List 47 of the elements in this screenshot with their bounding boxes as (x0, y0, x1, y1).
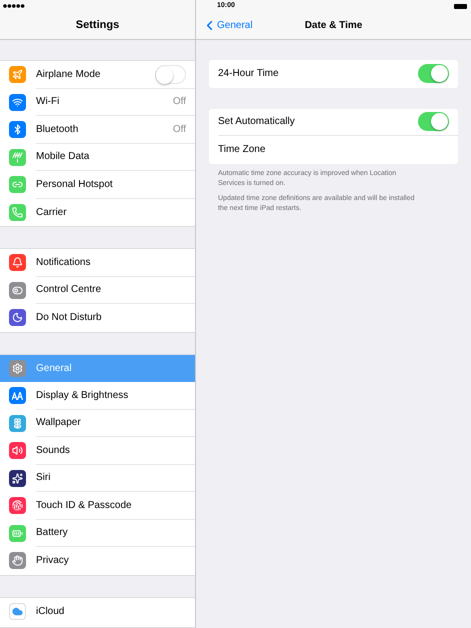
speaker-icon (9, 442, 26, 460)
sidebar-item[interactable]: Personal Hotspot (0, 171, 195, 198)
sparkle-icon (9, 470, 26, 487)
wifi-icon (9, 94, 26, 111)
toggle-switch[interactable] (418, 64, 449, 84)
sidebar-item[interactable]: Wallpaper (0, 410, 195, 437)
antenna-icon (9, 148, 26, 166)
battery-icon (454, 4, 467, 9)
airplane-icon (9, 66, 26, 84)
bluetooth-icon (9, 121, 26, 138)
status-value: Off (172, 122, 186, 137)
gear-icon (9, 360, 26, 377)
sidebar-item[interactable]: Siri (0, 464, 195, 492)
sidebar-item[interactable]: Do Not Disturb (0, 304, 195, 332)
toggle-switch[interactable] (418, 112, 449, 132)
moon-icon (9, 309, 26, 326)
link-icon (9, 176, 26, 194)
sidebar-item[interactable]: Carrier (0, 198, 195, 226)
fingerprint-icon (9, 497, 26, 514)
notification-icon (9, 254, 26, 272)
sidebar-item[interactable]: Privacy (0, 547, 195, 574)
battery-icon (9, 524, 26, 542)
toggle-switch[interactable] (155, 64, 186, 84)
hand-icon (9, 552, 26, 570)
settings-row[interactable]: 24-Hour Time (209, 60, 458, 88)
sidebar-item[interactable]: Battery (0, 520, 195, 547)
sidebar-item[interactable]: Airplane Mode (0, 61, 195, 88)
text-size-icon (9, 387, 26, 404)
sidebar-item[interactable]: Mobile Data (0, 144, 195, 171)
settings-row[interactable]: Set Automatically (209, 108, 458, 136)
page-title: Date & Time (304, 19, 362, 33)
phone-icon (9, 204, 26, 221)
settings-row[interactable]: Time Zone (209, 136, 458, 164)
sidebar-item[interactable]: Touch ID & Passcode (0, 492, 195, 520)
sidebar-item[interactable]: Wi-Fi Off (0, 88, 195, 116)
sidebar-item[interactable]: Sounds (0, 437, 195, 464)
back-button[interactable]: General (202, 18, 253, 33)
sidebar-item[interactable]: Notifications (0, 249, 195, 276)
signal-icon (3, 4, 25, 8)
cloud-icon (9, 602, 26, 620)
status-value: Off (172, 95, 186, 110)
sidebar-title: Settings (76, 18, 120, 34)
switches-icon (9, 282, 26, 299)
flower-icon (9, 414, 26, 432)
sidebar-item[interactable]: Display & Brightness (0, 382, 195, 410)
sidebar-item[interactable]: Control Centre (0, 276, 195, 304)
sidebar-item[interactable]: Bluetooth Off (0, 116, 195, 144)
